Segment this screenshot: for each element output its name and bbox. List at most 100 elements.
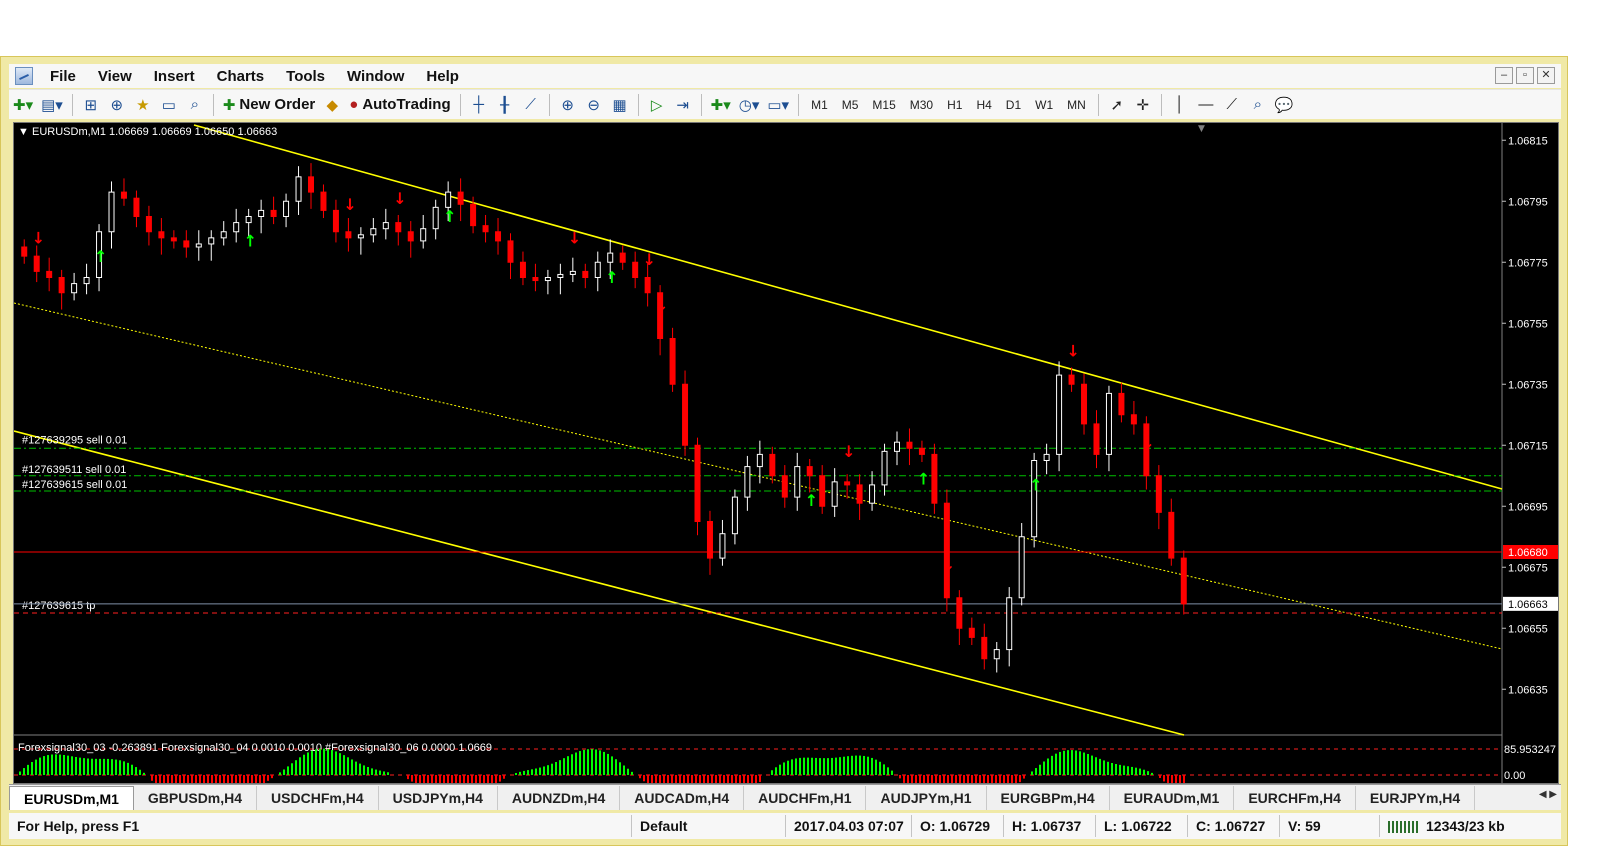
tab-euraudm-m1[interactable]: EURAUDm,M1 (1110, 786, 1235, 810)
tab-audcadm-h4[interactable]: AUDCADm,H4 (620, 786, 745, 810)
timeframe-m30[interactable]: M30 (903, 93, 940, 117)
market-watch-icon[interactable]: ⊞ (78, 93, 104, 117)
candle-bull (420, 228, 427, 242)
tab-eurgbpm-h4[interactable]: EURGBPm,H4 (987, 786, 1110, 810)
status-profile[interactable]: Default (631, 815, 785, 837)
tab-usdchfm-h4[interactable]: USDCHFm,H4 (257, 786, 379, 810)
candle-bear (981, 636, 988, 660)
indicators-icon[interactable]: ✚▾ (707, 93, 735, 117)
vertical-line-icon[interactable]: │ (1167, 93, 1193, 117)
trendline-icon[interactable]: ⟋ (1219, 93, 1245, 117)
timeframe-mn[interactable]: MN (1060, 93, 1093, 117)
metaeditor-icon[interactable]: ◆ (319, 93, 345, 117)
candle-bear (1180, 557, 1187, 605)
sell-arrow-icon: ↓ (343, 195, 356, 214)
candle-bear (133, 197, 140, 217)
channel-icon[interactable]: ⌕ (1245, 93, 1271, 117)
tab-usdjpym-h4[interactable]: USDJPYm,H4 (379, 786, 498, 810)
candle-bear (46, 270, 53, 278)
bid-price-tag-text: 1.06680 (1508, 547, 1548, 559)
menu-help[interactable]: Help (415, 68, 470, 85)
menu-view[interactable]: View (87, 68, 143, 85)
chart-shift-icon[interactable]: ⇥ (670, 93, 696, 117)
candle-bear (844, 481, 851, 486)
tab-eurusdm-m1[interactable]: EURUSDm,M1 (9, 786, 134, 810)
candle-bull (233, 222, 240, 233)
line-chart-icon[interactable]: ⟋ (518, 93, 544, 117)
profiles-icon[interactable]: ▤▾ (37, 93, 67, 117)
cursor-icon[interactable]: ➚ (1104, 93, 1130, 117)
buy-arrow-icon: ↑ (917, 469, 930, 488)
terminal-icon[interactable]: ▭ (156, 93, 182, 117)
price-label: 1.06675 (1508, 562, 1548, 574)
sell-arrow-icon: ↓ (568, 228, 581, 247)
chart-shift-marker-icon: ▼ (1198, 124, 1205, 134)
tab-eurjpym-h4[interactable]: EURJPYm,H4 (1356, 786, 1476, 810)
tab-scroll-arrows-icon[interactable]: ◀ ▶ (1539, 789, 1557, 800)
autotrading-icon: ● (349, 96, 359, 113)
tab-gbpusdm-h4[interactable]: GBPUSDm,H4 (134, 786, 258, 810)
periods-icon[interactable]: ◷▾ (735, 93, 764, 117)
price-label: 1.06815 (1508, 135, 1548, 147)
tab-audnzdm-h4[interactable]: AUDNZDm,H4 (498, 786, 621, 810)
tab-audjpym-h1[interactable]: AUDJPYm,H1 (866, 786, 987, 810)
close-button[interactable]: ✕ (1537, 67, 1555, 84)
tab-audchfm-h1[interactable]: AUDCHFm,H1 (744, 786, 867, 810)
candle-bear (158, 231, 165, 239)
timeframe-h1[interactable]: H1 (940, 93, 969, 117)
timeframe-w1[interactable]: W1 (1028, 93, 1060, 117)
toolbar-divider (798, 93, 800, 116)
timeframe-m5[interactable]: M5 (835, 93, 866, 117)
candle-bear (943, 502, 950, 599)
menu-file[interactable]: File (39, 68, 87, 85)
candle-bear (781, 475, 788, 498)
toolbar-divider (1160, 93, 1162, 116)
menu-insert[interactable]: Insert (143, 68, 206, 85)
candle-bear (395, 222, 402, 233)
buy-arrow-icon: ↑ (244, 232, 257, 251)
status-close: C: 1.06727 (1187, 815, 1279, 837)
candle-bull (71, 283, 78, 294)
menu-charts[interactable]: Charts (206, 68, 276, 85)
order-label: #127639511 sell 0.01 (22, 464, 126, 476)
buy-arrow-icon: ↑ (605, 268, 618, 287)
text-icon[interactable]: 💬 (1271, 93, 1298, 117)
tile-windows-icon[interactable]: ▦ (607, 93, 633, 117)
order-label: #127639295 sell 0.01 (22, 434, 127, 446)
data-window-icon[interactable]: ⊕ (104, 93, 130, 117)
new-order-button[interactable]: ✚ New Order (219, 93, 319, 117)
new-chart-icon[interactable]: ✚▾ (9, 93, 37, 117)
autotrading-button[interactable]: ● AutoTrading (345, 93, 454, 117)
take-profit-label: #127639615 tp (22, 600, 95, 612)
templates-icon[interactable]: ▭▾ (763, 93, 793, 117)
minimize-button[interactable]: – (1495, 67, 1513, 84)
horizontal-line-icon[interactable]: — (1193, 93, 1219, 117)
strategy-tester-icon[interactable]: ⌕ (182, 93, 208, 117)
candle-bull (1006, 597, 1013, 651)
zoom-out-icon[interactable]: ⊖ (581, 93, 607, 117)
price-label: 1.06795 (1508, 196, 1548, 208)
navigator-icon[interactable]: ★ (130, 93, 156, 117)
timeframe-d1[interactable]: D1 (999, 93, 1028, 117)
chart-canvas[interactable]: 1.06815 1.06795 1.06775 1.06755 1.06735 1.067… (14, 123, 1559, 784)
timeframe-m1[interactable]: M1 (804, 93, 835, 117)
candle-bull (881, 450, 888, 486)
candlestick-icon[interactable]: ╂ (492, 93, 518, 117)
candle-bear (669, 338, 676, 385)
restore-button[interactable]: ▫ (1516, 67, 1534, 84)
auto-scroll-icon[interactable]: ▷ (644, 93, 670, 117)
zoom-in-icon[interactable]: ⊕ (555, 93, 581, 117)
menu-tools[interactable]: Tools (275, 68, 336, 85)
crosshair-icon[interactable]: ✛ (1130, 93, 1156, 117)
menu-window[interactable]: Window (336, 68, 415, 85)
price-chart[interactable]: 1.06815 1.06795 1.06775 1.06755 1.06735 1.067… (13, 122, 1559, 784)
chart-header: EURUSDm,M1 1.06669 1.06669 1.06650 1.066… (32, 126, 277, 138)
candle-bull (594, 261, 601, 278)
candle-bull (357, 234, 364, 239)
tab-eurchfm-h4[interactable]: EURCHFm,H4 (1234, 786, 1356, 810)
timeframe-h4[interactable]: H4 (969, 93, 998, 117)
candle-bull (1031, 460, 1038, 538)
timeframe-m15[interactable]: M15 (865, 93, 902, 117)
bar-chart-icon[interactable]: ┼ (466, 93, 492, 117)
candle-bull (869, 484, 876, 504)
